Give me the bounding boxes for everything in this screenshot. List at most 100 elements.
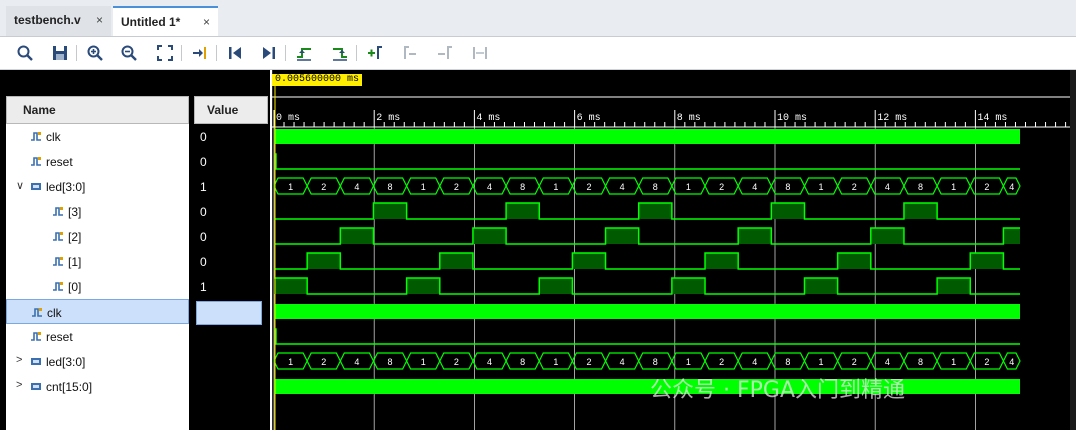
signal-row[interactable]: [3]: [6, 199, 189, 224]
bus-value-label: 4: [620, 182, 625, 192]
next-marker-icon[interactable]: [433, 41, 457, 65]
signal-value-row: [194, 349, 268, 374]
bit-signal-icon: [53, 257, 63, 266]
bus-value-label: 4: [752, 182, 757, 192]
bus-value-label: 8: [520, 357, 525, 367]
bus-value-label: 2: [852, 182, 857, 192]
selected-value-cell[interactable]: [196, 301, 262, 325]
previous-transition-icon[interactable]: [292, 41, 316, 65]
tab-untitled-1[interactable]: Untitled 1* ×: [113, 6, 218, 36]
bus-value-label: 1: [288, 182, 293, 192]
bus-value-label: 8: [388, 357, 393, 367]
signal-name: [2]: [68, 230, 82, 244]
signal-value: 1: [200, 280, 207, 294]
close-icon[interactable]: ×: [203, 15, 210, 29]
swap-cursors-icon[interactable]: [468, 41, 492, 65]
bus-value-label: 2: [586, 182, 591, 192]
save-icon[interactable]: [48, 41, 72, 65]
signal-row[interactable]: clk: [6, 124, 189, 149]
signal-row[interactable]: [0]: [6, 274, 189, 299]
signal-name: cnt[15:0]: [46, 380, 93, 394]
bus-value-label: 1: [553, 182, 558, 192]
bus-value-label: 4: [1009, 357, 1014, 367]
bit-signal-icon: [53, 282, 63, 291]
signal-value-row: 0: [194, 249, 268, 274]
signal-value-row: 0: [194, 199, 268, 224]
bit-high-fill: [406, 278, 440, 294]
bit-high-fill: [274, 278, 308, 294]
bus-value-label: 8: [918, 357, 923, 367]
clk-waveform: [274, 129, 1020, 144]
bit-signal-icon: [31, 332, 41, 341]
bus-value-label: 8: [785, 357, 790, 367]
go-to-start-icon[interactable]: [223, 41, 247, 65]
chevron-down-icon[interactable]: ∨: [16, 179, 24, 192]
close-icon[interactable]: ×: [96, 13, 103, 27]
signal-name-list: clk reset ∨ led[3:0] [3] [2] [1] [0] clk reset > le…: [6, 124, 189, 430]
bus-value-label: 2: [852, 357, 857, 367]
bus-value-label: 1: [951, 182, 956, 192]
bit-high-fill: [870, 228, 904, 244]
chevron-right-icon[interactable]: >: [16, 354, 22, 366]
bus-value-label: 1: [421, 182, 426, 192]
bit-signal-icon: [53, 232, 63, 241]
timeline-tick-label: 12 ms: [877, 113, 907, 124]
search-icon[interactable]: [13, 41, 37, 65]
value-column-header[interactable]: Value: [194, 96, 268, 124]
signal-row[interactable]: clk: [6, 299, 189, 324]
bit-high-fill: [903, 203, 938, 219]
zoom-fit-icon[interactable]: [153, 41, 177, 65]
signal-row[interactable]: ∨ led[3:0]: [6, 174, 189, 199]
chevron-right-icon[interactable]: >: [16, 379, 22, 391]
signal-row[interactable]: > led[3:0]: [6, 349, 189, 374]
bus-value-label: 1: [421, 357, 426, 367]
bit-high-fill: [572, 253, 606, 269]
bit-high-fill: [472, 228, 507, 244]
signal-name: [3]: [68, 205, 82, 219]
zoom-out-icon[interactable]: [117, 41, 141, 65]
bus-value-label: 2: [454, 357, 459, 367]
signal-value: 0: [200, 205, 207, 219]
tab-label: Untitled 1*: [121, 15, 181, 29]
next-transition-icon[interactable]: [328, 41, 352, 65]
go-to-cursor-icon[interactable]: [188, 41, 212, 65]
signal-name: reset: [46, 155, 73, 169]
signal-value: 1: [200, 180, 207, 194]
signal-value: 0: [200, 155, 207, 169]
bus-value-label: 2: [321, 357, 326, 367]
bus-value-label: 8: [918, 182, 923, 192]
previous-marker-icon[interactable]: [398, 41, 422, 65]
zoom-in-icon[interactable]: [83, 41, 107, 65]
signal-name: led[3:0]: [46, 180, 86, 194]
bus-value-label: 8: [388, 182, 393, 192]
bit-high-fill: [937, 278, 971, 294]
bus-value-label: 4: [885, 357, 890, 367]
vertical-scrollbar[interactable]: [1070, 70, 1076, 430]
bit-high-fill: [970, 253, 1004, 269]
signal-name: led[3:0]: [46, 355, 86, 369]
signal-row[interactable]: reset: [6, 149, 189, 174]
bus-value-label: 1: [819, 357, 824, 367]
bit-high-fill: [705, 253, 739, 269]
bit-high-fill: [638, 203, 672, 219]
signal-name: [1]: [68, 255, 82, 269]
bus-value-label: 2: [719, 182, 724, 192]
bus-value-label: 8: [653, 357, 658, 367]
tab-testbench[interactable]: testbench.v ×: [6, 6, 111, 36]
name-column-header[interactable]: Name: [6, 96, 189, 124]
bus-value-label: 4: [354, 357, 359, 367]
bit-high-fill: [340, 228, 374, 244]
signal-value: 0: [200, 230, 207, 244]
signal-row[interactable]: [1]: [6, 249, 189, 274]
bus-value-label: 2: [454, 182, 459, 192]
bus-value-label: 2: [321, 182, 326, 192]
signal-value-row: 0: [194, 124, 268, 149]
signal-row[interactable]: > cnt[15:0]: [6, 374, 189, 399]
signal-row[interactable]: [2]: [6, 224, 189, 249]
signal-row[interactable]: reset: [6, 324, 189, 349]
go-to-end-icon[interactable]: [257, 41, 281, 65]
add-marker-icon[interactable]: [363, 41, 387, 65]
signal-value: 0: [200, 130, 207, 144]
bus-value-label: 4: [752, 357, 757, 367]
bit-high-fill: [804, 278, 838, 294]
